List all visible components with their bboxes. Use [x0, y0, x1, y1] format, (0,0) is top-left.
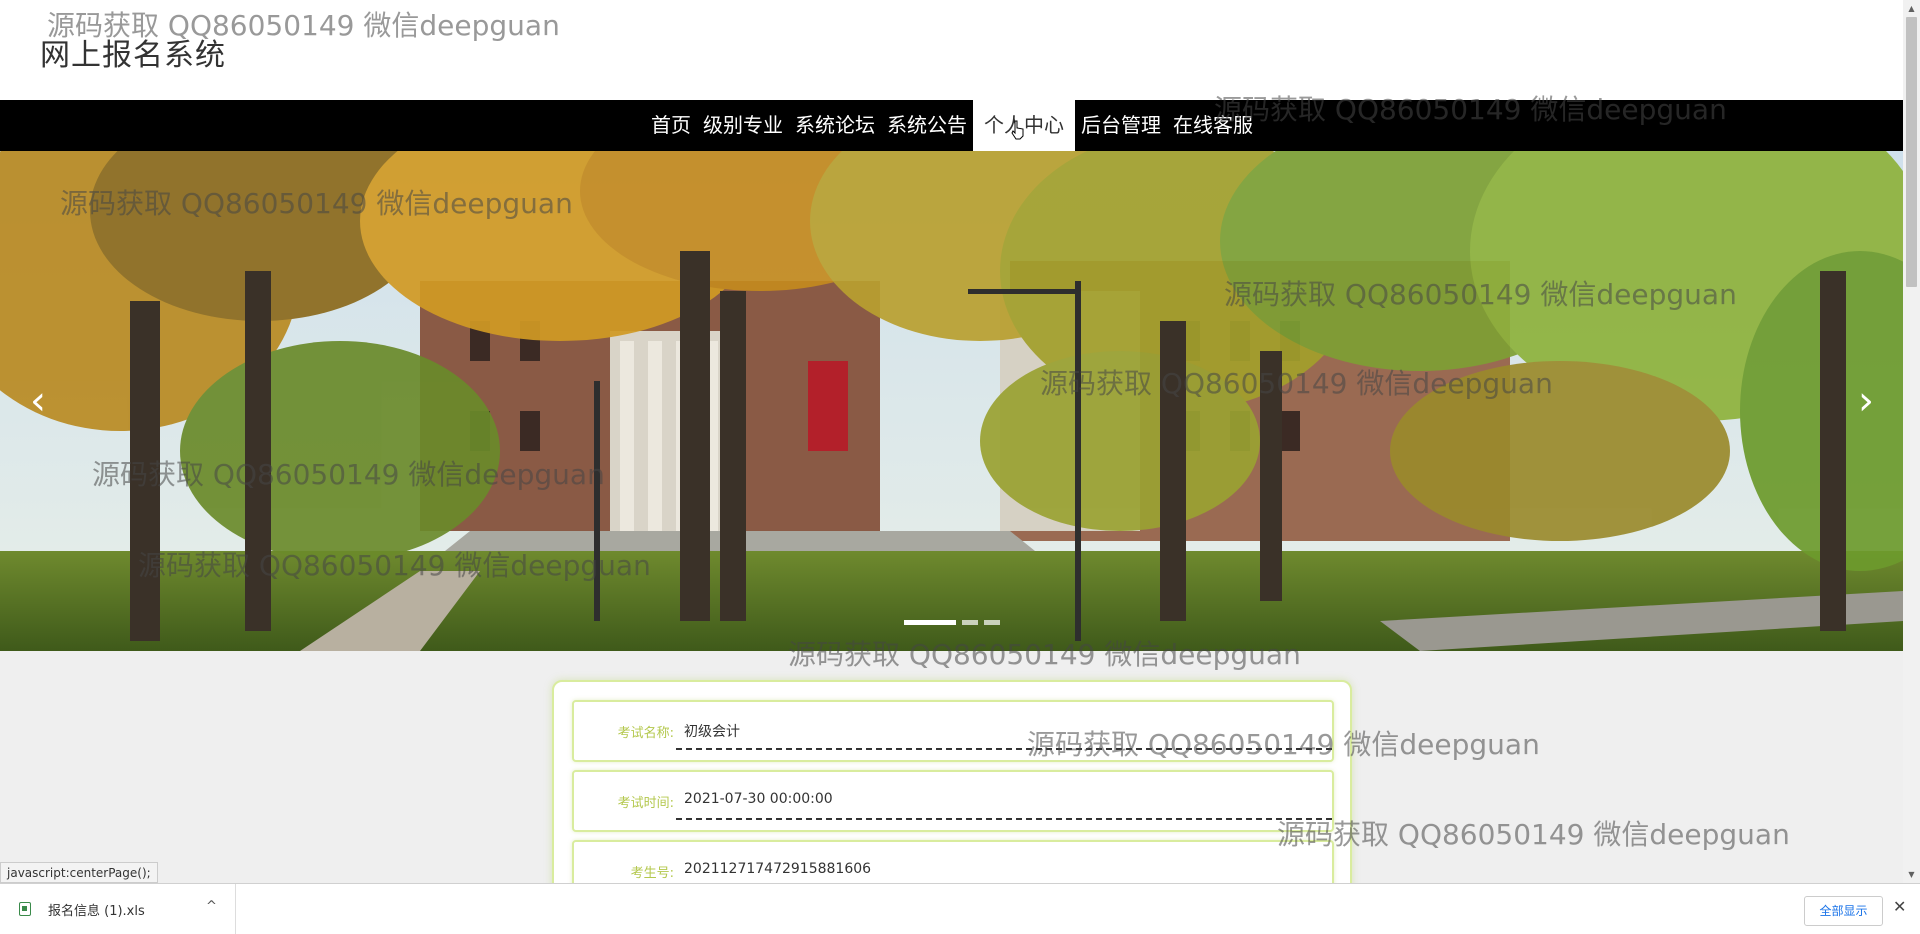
carousel-indicators [904, 620, 1000, 625]
nav-admin[interactable]: 后台管理 [1075, 100, 1167, 151]
field-underline [676, 818, 1332, 820]
close-icon[interactable]: ✕ [1893, 897, 1906, 916]
watermark-text: 源码获取 QQ86050149 微信deepguan [1277, 818, 1790, 851]
chevron-right-icon: › [1858, 378, 1874, 424]
excel-file-icon [19, 902, 31, 916]
field-exam-time: 考试时间: 2021-07-30 00:00:00 [572, 770, 1334, 832]
banner-carousel[interactable]: ‹ › [0, 151, 1903, 651]
field-candidate-number: 考生号: 202112717472915881606 [572, 840, 1334, 883]
show-all-button[interactable]: 全部显示 [1804, 896, 1883, 926]
download-item[interactable]: 报名信息 (1).xls ^ [0, 884, 236, 934]
site-title: 网上报名系统 [40, 38, 226, 73]
field-underline [676, 748, 1332, 750]
chevron-left-icon: ‹ [30, 378, 46, 424]
nav-announcements[interactable]: 系统公告 [881, 100, 973, 151]
field-value: 202112717472915881606 [684, 861, 872, 877]
chevron-up-icon[interactable]: ^ [206, 899, 217, 914]
nav-home[interactable]: 首页 [645, 100, 697, 151]
carousel-dot[interactable] [904, 620, 956, 625]
download-file-name[interactable]: 报名信息 (1).xls [48, 900, 145, 919]
page: 网上报名系统 首页 级别专业 系统论坛 系统公告 个人中心 后台管理 在线客服 [0, 0, 1903, 883]
field-value: 2021-07-30 00:00:00 [684, 791, 833, 807]
nav-levels-majors[interactable]: 级别专业 [697, 100, 789, 151]
scroll-up-icon[interactable]: ▲ [1903, 0, 1920, 17]
carousel-next-button[interactable]: › [1846, 377, 1886, 425]
banner-image [0, 151, 1903, 651]
profile-panel: 考试名称: 初级会计 考试时间: 2021-07-30 00:00:00 考生号… [552, 680, 1352, 883]
main-nav: 首页 级别专业 系统论坛 系统公告 个人中心 后台管理 在线客服 [0, 100, 1903, 151]
nav-online-support[interactable]: 在线客服 [1167, 100, 1259, 151]
scroll-thumb[interactable] [1906, 17, 1917, 287]
carousel-dot[interactable] [962, 620, 978, 625]
site-header: 网上报名系统 [0, 0, 1903, 100]
page-scrollbar[interactable]: ▲ ▼ [1903, 0, 1920, 883]
carousel-prev-button[interactable]: ‹ [18, 377, 58, 425]
status-url-tooltip: javascript:centerPage(); [0, 862, 158, 883]
nav-forum[interactable]: 系统论坛 [789, 100, 881, 151]
carousel-dot[interactable] [984, 620, 1000, 625]
field-value: 初级会计 [684, 724, 740, 740]
mouse-cursor-icon [1011, 120, 1024, 140]
download-bar: 报名信息 (1).xls ^ 全部显示 ✕ [0, 883, 1920, 934]
field-label: 考试名称: [617, 726, 674, 741]
scroll-down-icon[interactable]: ▼ [1903, 866, 1920, 883]
field-label: 考生号: [630, 866, 674, 881]
field-label: 考试时间: [617, 796, 674, 811]
field-exam-name: 考试名称: 初级会计 [572, 700, 1334, 762]
